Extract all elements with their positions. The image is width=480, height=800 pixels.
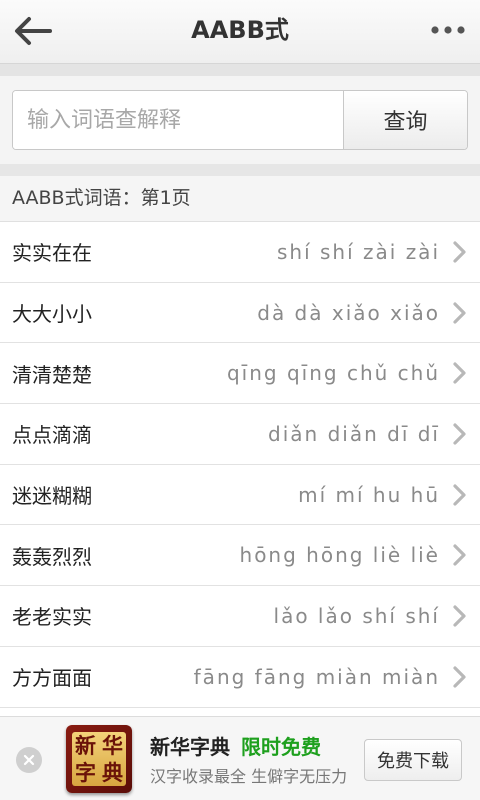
ad-promo: 限时免费 — [240, 735, 321, 759]
search-area: 查询 — [0, 64, 480, 164]
more-button[interactable] — [428, 16, 468, 44]
word-text: 方方面面 — [12, 666, 92, 691]
list-item[interactable]: 清清楚楚 qīng qīng chǔ chǔ — [0, 343, 480, 405]
ad-subtitle: 汉字收录最全 生僻字无压力 — [150, 767, 348, 786]
list-item[interactable]: 大大小小 dà dà xiǎo xiǎo — [0, 283, 480, 344]
chevron-right-icon — [453, 544, 466, 566]
close-icon — [23, 754, 35, 766]
search-input[interactable] — [13, 91, 343, 149]
chevron-right-icon — [453, 301, 466, 324]
pinyin-text: shí shí zài zài — [277, 239, 440, 264]
pinyin-text: dà dà xiǎo xiǎo — [257, 300, 440, 325]
app-root: AABB式 查询 AABB式词语：第1页 实实在在 shí shí zài zà… — [0, 0, 480, 800]
chevron-right-icon — [453, 241, 466, 263]
download-button[interactable]: 免费下载 — [364, 739, 462, 781]
section-header: AABB式词语：第1页 — [0, 176, 480, 222]
list-item[interactable]: 轰轰烈烈 hōng hōng liè liè — [0, 525, 480, 587]
word-text: 点点滴滴 — [12, 423, 92, 448]
app-logo: 新 华 字 典 — [66, 725, 132, 793]
top-bar: AABB式 — [0, 0, 480, 64]
word-text: 轰轰烈烈 — [12, 544, 92, 569]
word-text: 迷迷糊糊 — [12, 484, 92, 509]
word-text: 实实在在 — [12, 241, 92, 266]
logo-char: 字 — [75, 760, 96, 785]
chevron-right-icon — [453, 666, 466, 688]
logo-char: 华 — [102, 733, 123, 758]
pinyin-text: diǎn diǎn dī dī — [268, 421, 440, 446]
separator — [0, 164, 480, 176]
list-item[interactable]: 实实在在 shí shí zài zài — [0, 222, 480, 283]
chevron-right-icon — [453, 423, 466, 445]
logo-char: 新 — [75, 733, 96, 758]
search-box: 查询 — [12, 90, 468, 150]
pinyin-text: fāng fāng miàn miàn — [193, 664, 440, 689]
word-text: 大大小小 — [12, 302, 92, 327]
pinyin-text: mí mí hu hū — [298, 482, 440, 507]
ad-title: 新华字典 限时免费 — [150, 731, 321, 760]
pinyin-text: qīng qīng chǔ chǔ — [226, 361, 440, 386]
list-item[interactable]: 方方面面 fāng fāng miàn miàn — [0, 647, 480, 708]
word-list[interactable]: 实实在在 shí shí zài zài 大大小小 dà dà xiǎo xiǎ… — [0, 222, 480, 716]
word-text: 清清楚楚 — [12, 362, 92, 387]
chevron-right-icon — [453, 483, 466, 506]
arrow-left-icon — [15, 17, 52, 45]
chevron-right-icon — [453, 362, 466, 384]
chevron-right-icon — [453, 605, 466, 627]
ad-close-button[interactable] — [16, 747, 42, 773]
logo-char: 典 — [102, 760, 123, 785]
more-dots-icon — [431, 26, 465, 34]
pinyin-text: lǎo lǎo shí shí — [273, 603, 440, 628]
list-item[interactable]: 老老实实 lǎo lǎo shí shí — [0, 586, 480, 647]
pinyin-text: hōng hōng liè liè — [239, 543, 440, 568]
page-title: AABB式 — [191, 16, 289, 44]
back-button[interactable] — [10, 10, 56, 52]
ad-banner[interactable]: 新 华 字 典 新华字典 限时免费 汉字收录最全 生僻字无压力 免费下载 — [0, 716, 480, 800]
app-logo-text: 新 华 字 典 — [72, 732, 126, 786]
list-item[interactable]: 点点滴滴 diǎn diǎn dī dī — [0, 404, 480, 465]
ad-app-name: 新华字典 — [150, 735, 230, 759]
word-text: 老老实实 — [12, 605, 92, 630]
search-button[interactable]: 查询 — [343, 91, 467, 149]
list-item[interactable]: 迷迷糊糊 mí mí hu hū — [0, 465, 480, 526]
